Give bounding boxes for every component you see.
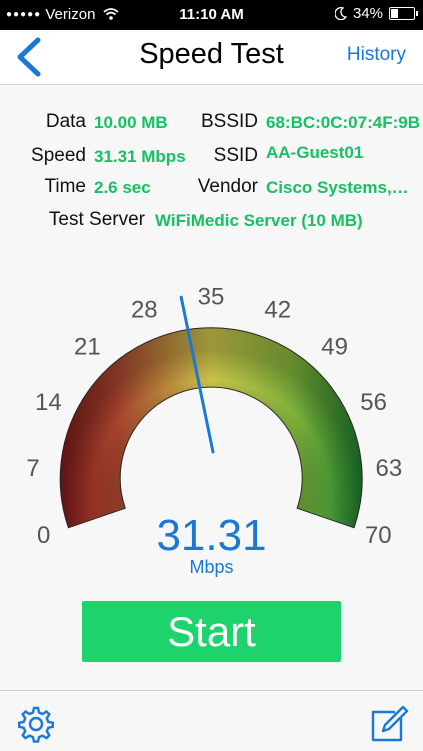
- data-label: Data: [45, 111, 86, 132]
- gauge-tick-21: 21: [74, 333, 101, 360]
- battery-percent: 34%: [352, 5, 383, 22]
- navigation-bar: Speed Test History: [0, 30, 423, 85]
- time-label: Time: [44, 176, 86, 197]
- gauge-tick-63: 63: [376, 455, 403, 482]
- speed-unit: Mbps: [189, 557, 234, 577]
- gauge-tick-28: 28: [131, 296, 158, 323]
- gear-icon: [18, 706, 54, 743]
- compose-icon: [371, 705, 409, 742]
- time-value: 2.6 sec: [94, 178, 151, 197]
- settings-button[interactable]: [16, 704, 56, 749]
- speed-label: Speed: [31, 145, 86, 166]
- history-button[interactable]: History: [347, 44, 406, 66]
- status-right: 34%: [334, 5, 418, 22]
- vendor-label: Vendor: [197, 176, 258, 197]
- status-bar: ●●●●● Verizon 11:10 AM 34%: [0, 0, 423, 30]
- bssid-label: BSSID: [200, 111, 258, 132]
- data-value: 10.00 MB: [94, 113, 168, 132]
- ssid-label: SSID: [213, 145, 258, 166]
- gauge-tick-56: 56: [360, 389, 387, 416]
- test-server-label: Test Server: [48, 209, 145, 230]
- gauge-tick-35: 35: [198, 283, 225, 310]
- speed-result-value: 31.31 Mbps: [94, 147, 186, 166]
- vendor-value: Cisco Systems,…: [266, 178, 409, 197]
- speed-value: 31.31: [156, 511, 267, 560]
- moon-icon: [334, 7, 347, 20]
- gauge-tick-7: 7: [26, 455, 39, 482]
- gauge-tick-49: 49: [321, 333, 348, 360]
- battery-icon: [389, 7, 418, 20]
- gauge-tick-42: 42: [264, 296, 291, 323]
- test-server-value: WiFiMedic Server (10 MB): [155, 211, 363, 230]
- gauge-tick-14: 14: [35, 389, 62, 416]
- ssid-value: AA-Guest01: [266, 143, 364, 162]
- bssid-value: 68:BC:0C:07:4F:9B: [266, 113, 420, 132]
- bottom-toolbar: [0, 690, 423, 751]
- start-button[interactable]: Start: [82, 601, 341, 662]
- compose-button[interactable]: [369, 704, 409, 749]
